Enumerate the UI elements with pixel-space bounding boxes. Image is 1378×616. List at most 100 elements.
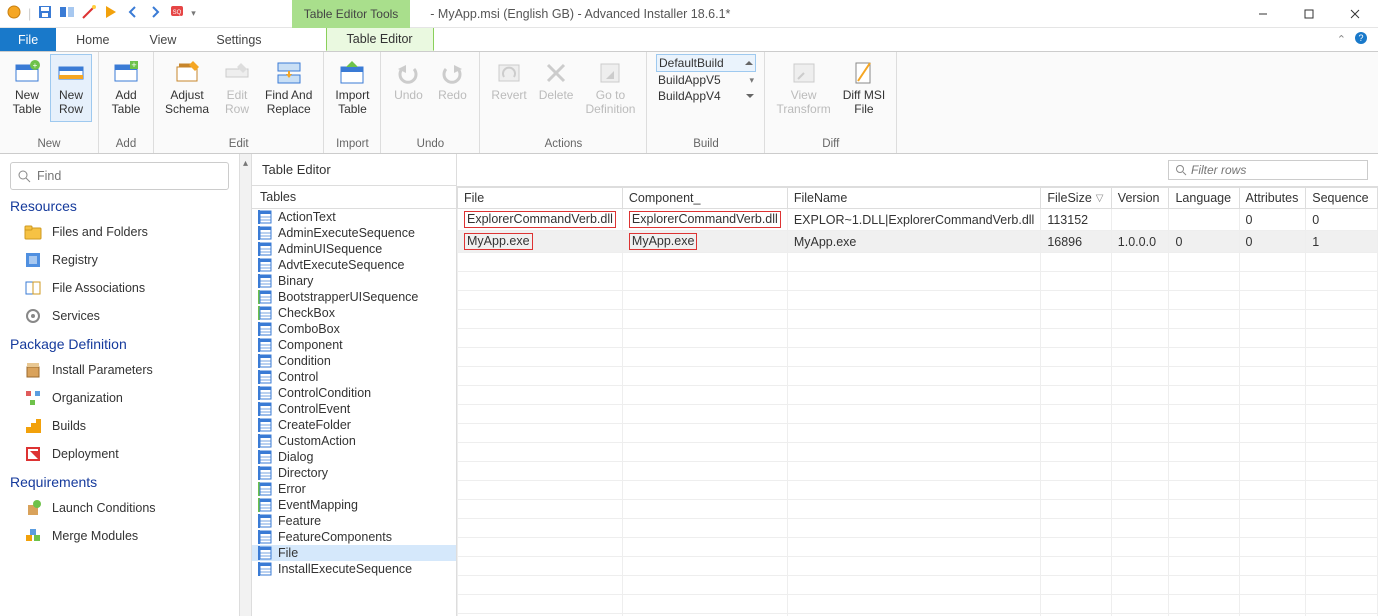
add-table-button[interactable]: +Add Table (105, 54, 147, 122)
cell[interactable]: ExplorerCommandVerb.dll (622, 209, 787, 231)
tables-list[interactable]: ActionTextAdminExecuteSequenceAdminUISeq… (252, 209, 456, 616)
nav-item[interactable]: Organization (10, 384, 229, 412)
nav-item[interactable]: Files and Folders (10, 218, 229, 246)
tab-settings[interactable]: Settings (196, 28, 281, 51)
build-appv4[interactable]: BuildAppV4 (656, 88, 756, 104)
cell[interactable] (1111, 209, 1169, 231)
cell[interactable]: MyApp.exe (458, 231, 623, 253)
table-list-item[interactable]: AdminExecuteSequence (252, 225, 456, 241)
table-list-item[interactable]: CreateFolder (252, 417, 456, 433)
table-list-item[interactable]: CustomAction (252, 433, 456, 449)
table-row (458, 557, 1378, 576)
cell[interactable]: MyApp.exe (787, 231, 1041, 253)
new-table-button[interactable]: +New Table (6, 54, 48, 122)
column-header[interactable]: Sequence (1306, 188, 1378, 209)
cell[interactable]: 1 (1306, 231, 1378, 253)
nav-search-input[interactable] (37, 169, 222, 183)
new-row-button[interactable]: New Row (50, 54, 92, 122)
close-button[interactable] (1332, 0, 1378, 28)
minimize-button[interactable] (1240, 0, 1286, 28)
table-list-item[interactable]: CheckBox (252, 305, 456, 321)
tab-table-editor[interactable]: Table Editor (326, 28, 434, 51)
column-header[interactable]: File (458, 188, 623, 209)
table-list-item[interactable]: Dialog (252, 449, 456, 465)
cell[interactable]: MyApp.exe (622, 231, 787, 253)
tab-file[interactable]: File (0, 28, 56, 51)
diff-msi-button[interactable]: Diff MSI File (838, 54, 890, 122)
table-row[interactable]: MyApp.exeMyApp.exeMyApp.exe168961.0.0.00… (458, 231, 1378, 253)
table-list-item[interactable]: Component (252, 337, 456, 353)
qat-dropdown-icon[interactable]: ▾ (191, 8, 196, 19)
build-appv5[interactable]: BuildAppV5▾ (656, 72, 756, 88)
filter-input[interactable] (1191, 163, 1361, 177)
cell[interactable]: EXPLOR~1.DLL|ExplorerCommandVerb.dll (787, 209, 1041, 231)
table-list-item[interactable]: Control (252, 369, 456, 385)
back-icon[interactable] (125, 4, 141, 23)
table-list-item[interactable]: ComboBox (252, 321, 456, 337)
sql-icon[interactable]: SQ (169, 4, 185, 23)
forward-icon[interactable] (147, 4, 163, 23)
help-icon[interactable]: ? (1354, 31, 1368, 48)
nav-search[interactable] (10, 162, 229, 190)
wand-icon[interactable] (81, 4, 97, 23)
table-list-item[interactable]: BootstrapperUISequence (252, 289, 456, 305)
table-list-item[interactable]: ControlEvent (252, 401, 456, 417)
table-list-item[interactable]: AdvtExecuteSequence (252, 257, 456, 273)
table-list-item[interactable]: AdminUISequence (252, 241, 456, 257)
save-icon[interactable] (37, 4, 53, 23)
cell[interactable] (1169, 209, 1239, 231)
nav-item[interactable]: Launch Conditions (10, 494, 229, 522)
cell[interactable]: 1.0.0.0 (1111, 231, 1169, 253)
nav-item-icon (24, 251, 42, 269)
table-list-item[interactable]: Feature (252, 513, 456, 529)
cell[interactable]: 0 (1239, 209, 1306, 231)
table-row[interactable]: ExplorerCommandVerb.dllExplorerCommandVe… (458, 209, 1378, 231)
column-header[interactable]: Attributes (1239, 188, 1306, 209)
table-list-item[interactable]: InstallExecuteSequence (252, 561, 456, 577)
table-list-item[interactable]: FeatureComponents (252, 529, 456, 545)
maximize-button[interactable] (1286, 0, 1332, 28)
table-list-item[interactable]: Error (252, 481, 456, 497)
collapse-ribbon-icon[interactable]: ⌃ (1337, 33, 1346, 46)
nav-item[interactable]: Builds (10, 412, 229, 440)
cell[interactable]: 0 (1239, 231, 1306, 253)
nav-item[interactable]: Install Parameters (10, 356, 229, 384)
table-icon (258, 290, 272, 304)
nav-item-label: Merge Modules (52, 529, 138, 543)
cell[interactable]: 0 (1169, 231, 1239, 253)
nav-collapse-handle[interactable]: ▴ (240, 154, 252, 616)
table-list-item[interactable]: Directory (252, 465, 456, 481)
filter-rows[interactable] (1168, 160, 1368, 180)
options-icon[interactable] (59, 4, 75, 23)
tab-view[interactable]: View (130, 28, 197, 51)
nav-item[interactable]: Merge Modules (10, 522, 229, 550)
column-header[interactable]: Language (1169, 188, 1239, 209)
table-list-item[interactable]: ControlCondition (252, 385, 456, 401)
cell[interactable]: 113152 (1041, 209, 1111, 231)
tab-home[interactable]: Home (56, 28, 129, 51)
nav-item[interactable]: Services (10, 302, 229, 330)
table-list-item[interactable]: Condition (252, 353, 456, 369)
column-header[interactable]: Version (1111, 188, 1169, 209)
adjust-schema-button[interactable]: Adjust Schema (160, 54, 214, 122)
column-header[interactable]: FileName (787, 188, 1041, 209)
run-icon[interactable] (103, 4, 119, 23)
table-list-item[interactable]: EventMapping (252, 497, 456, 513)
nav-item[interactable]: Deployment (10, 440, 229, 468)
build-default[interactable]: DefaultBuild (656, 54, 756, 72)
table-list-item[interactable]: Binary (252, 273, 456, 289)
table-list-item[interactable]: ActionText (252, 209, 456, 225)
column-header[interactable]: Component_ (622, 188, 787, 209)
column-header[interactable]: FileSize▽ (1041, 188, 1111, 209)
cell[interactable]: ExplorerCommandVerb.dll (458, 209, 623, 231)
table-name: ControlEvent (278, 402, 350, 416)
nav-item-label: Services (52, 309, 100, 323)
nav-item[interactable]: File Associations (10, 274, 229, 302)
import-table-button[interactable]: Import Table (330, 54, 374, 122)
nav-item[interactable]: Registry (10, 246, 229, 274)
cell[interactable]: 16896 (1041, 231, 1111, 253)
find-replace-button[interactable]: Find And Replace (260, 54, 317, 122)
cell[interactable]: 0 (1306, 209, 1378, 231)
data-grid[interactable]: FileComponent_FileNameFileSize▽VersionLa… (457, 187, 1378, 616)
table-list-item[interactable]: File (252, 545, 456, 561)
